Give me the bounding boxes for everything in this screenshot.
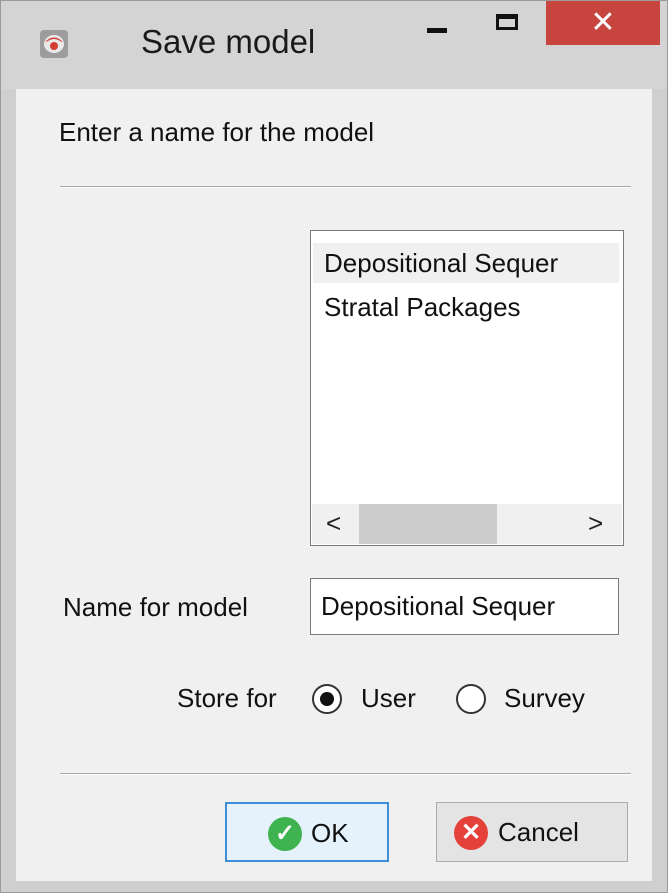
maximize-icon — [496, 14, 518, 30]
separator-bottom — [60, 773, 631, 775]
check-icon: ✓ — [268, 817, 302, 851]
scroll-right-arrow-icon[interactable]: > — [588, 508, 603, 539]
cancel-button[interactable]: ✕ Cancel — [436, 802, 628, 862]
cancel-x-icon: ✕ — [454, 816, 488, 850]
scrollbar-thumb[interactable] — [359, 504, 497, 544]
separator-top — [60, 186, 631, 188]
minimize-icon — [427, 28, 447, 33]
window-title: Save model — [141, 23, 316, 60]
minimize-button[interactable] — [409, 1, 465, 45]
close-button[interactable]: ✕ — [546, 1, 660, 45]
model-list[interactable]: Depositional Sequer Stratal Packages < > — [310, 230, 624, 546]
maximize-button[interactable] — [479, 1, 539, 45]
dialog-prompt: Enter a name for the model — [59, 117, 375, 147]
radio-survey-label[interactable]: Survey — [504, 683, 585, 714]
store-for-label: Store for — [177, 683, 277, 713]
list-item[interactable]: Depositional Sequer — [313, 243, 619, 283]
title-bar[interactable]: Save model ✕ — [1, 1, 667, 89]
cancel-button-label: Cancel — [498, 817, 579, 847]
horizontal-scrollbar[interactable]: < > — [312, 504, 622, 544]
radio-user[interactable] — [312, 684, 342, 714]
dialog-body: Enter a name for the model Depositional … — [16, 89, 652, 881]
radio-user-label[interactable]: User — [361, 683, 416, 714]
name-for-model-label: Name for model — [63, 592, 248, 622]
radio-selected-dot — [320, 692, 334, 706]
close-icon: ✕ — [590, 6, 616, 39]
ok-button-label: OK — [311, 818, 349, 848]
save-model-dialog: Save model ✕ Enter a name for the model … — [0, 0, 668, 893]
model-name-input[interactable] — [310, 578, 619, 635]
scroll-left-arrow-icon[interactable]: < — [326, 508, 341, 539]
radio-survey[interactable] — [456, 684, 486, 714]
list-item[interactable]: Stratal Packages — [313, 287, 619, 327]
app-logo-icon — [40, 30, 68, 58]
ok-button[interactable]: ✓ OK — [225, 802, 389, 862]
